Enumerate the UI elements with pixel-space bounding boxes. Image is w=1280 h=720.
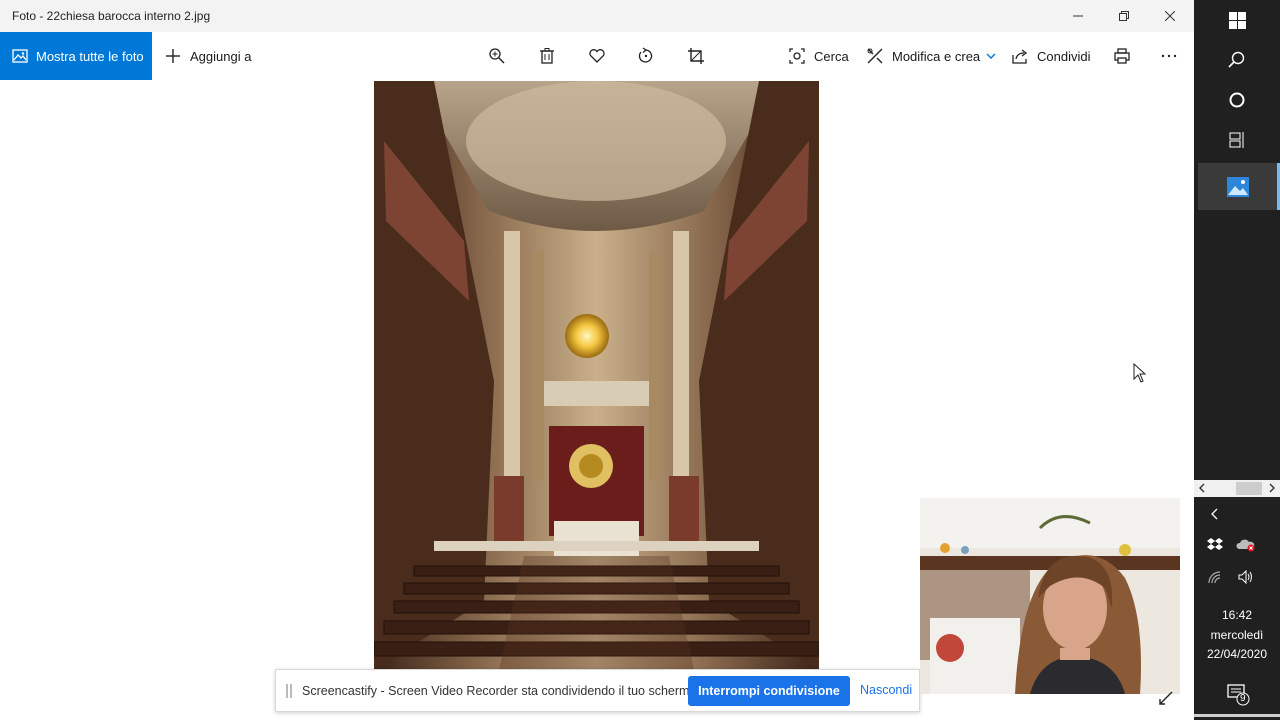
heart-icon bbox=[589, 49, 605, 63]
clock-day[interactable]: mercoledì bbox=[1194, 628, 1280, 642]
search-label: Cerca bbox=[814, 48, 849, 64]
notification-icon bbox=[1227, 684, 1250, 706]
speaker-icon bbox=[1238, 570, 1252, 584]
clock-date[interactable]: 22/04/2020 bbox=[1194, 647, 1280, 661]
scroll-thumb[interactable] bbox=[1236, 482, 1262, 495]
wifi-icon bbox=[1208, 571, 1221, 584]
taskbar-bottom-edge bbox=[1194, 714, 1280, 717]
zoom-icon bbox=[489, 48, 505, 64]
window-title: Foto - 22chiesa barocca interno 2.jpg bbox=[12, 9, 211, 23]
windows-logo-icon bbox=[1228, 11, 1246, 29]
show-all-photos-button[interactable]: Mostra tutte le foto bbox=[0, 32, 152, 80]
close-icon bbox=[1165, 11, 1175, 21]
church-interior-photo[interactable] bbox=[374, 81, 819, 670]
chevron-down-icon bbox=[986, 53, 996, 59]
share-message: Screencastify - Screen Video Recorder st… bbox=[302, 683, 700, 698]
favorite-button[interactable] bbox=[588, 32, 606, 80]
search-button[interactable]: Cerca bbox=[788, 32, 849, 80]
chevron-right-icon[interactable] bbox=[1268, 483, 1276, 493]
chevron-left-icon bbox=[1211, 508, 1218, 520]
dropbox-icon bbox=[1207, 538, 1223, 550]
taskbar-photos-app[interactable] bbox=[1198, 163, 1280, 210]
volume-tray-icon[interactable] bbox=[1236, 567, 1256, 587]
photos-app-window: Foto - 22chiesa barocca interno 2.jpg Mo… bbox=[0, 0, 1194, 720]
plus-icon bbox=[166, 49, 180, 63]
crop-button[interactable] bbox=[687, 32, 705, 80]
title-bar: Foto - 22chiesa barocca interno 2.jpg bbox=[0, 0, 1194, 32]
more-button[interactable] bbox=[1160, 32, 1178, 80]
edit-icon bbox=[867, 48, 883, 64]
network-tray-icon[interactable] bbox=[1205, 567, 1225, 587]
minimize-button[interactable] bbox=[1055, 0, 1101, 32]
task-view-icon bbox=[1229, 132, 1244, 148]
add-to-button[interactable]: Aggiungi a bbox=[164, 32, 251, 80]
notification-count: 9 bbox=[1240, 693, 1246, 704]
rotate-icon bbox=[638, 47, 653, 63]
restore-icon bbox=[1119, 11, 1129, 21]
rotate-button[interactable] bbox=[637, 32, 655, 80]
tray-scrollbar[interactable] bbox=[1194, 480, 1280, 497]
dropbox-tray-icon[interactable] bbox=[1205, 535, 1225, 555]
crop-icon bbox=[688, 48, 704, 64]
onedrive-tray-icon[interactable] bbox=[1236, 535, 1256, 555]
chevron-left-icon[interactable] bbox=[1198, 483, 1206, 493]
expand-icon[interactable] bbox=[1158, 690, 1174, 706]
action-center-button[interactable]: 9 bbox=[1226, 682, 1250, 706]
show-all-photos-label: Mostra tutte le foto bbox=[36, 48, 144, 64]
drag-handle[interactable] bbox=[286, 683, 292, 698]
mouse-cursor-icon bbox=[1133, 363, 1147, 383]
more-icon bbox=[1161, 54, 1177, 58]
print-icon bbox=[1114, 48, 1130, 64]
photos-app-icon bbox=[1226, 176, 1249, 197]
search-icon bbox=[1228, 51, 1245, 68]
stop-sharing-button[interactable]: Interrompi condivisione bbox=[688, 676, 850, 706]
cortana-button[interactable] bbox=[1194, 88, 1280, 112]
visual-search-icon bbox=[789, 48, 805, 64]
share-button[interactable]: Condividi bbox=[1011, 32, 1090, 80]
print-button[interactable] bbox=[1113, 32, 1131, 80]
cortana-circle-icon bbox=[1229, 92, 1245, 108]
delete-icon bbox=[540, 48, 554, 64]
minimize-icon bbox=[1073, 15, 1083, 17]
hide-link[interactable]: Nascondi bbox=[860, 683, 912, 697]
edit-create-label: Modifica e crea bbox=[892, 48, 981, 64]
edit-create-button[interactable]: Modifica e crea bbox=[866, 32, 996, 80]
restore-button[interactable] bbox=[1101, 0, 1147, 32]
screen-share-banner: Screencastify - Screen Video Recorder st… bbox=[275, 669, 920, 712]
show-hidden-icons-button[interactable] bbox=[1205, 504, 1225, 524]
clock-time[interactable]: 16:42 bbox=[1194, 608, 1280, 622]
task-view-button[interactable] bbox=[1194, 128, 1280, 152]
cloud-error-icon bbox=[1236, 539, 1255, 552]
taskbar-search-button[interactable] bbox=[1194, 48, 1280, 72]
add-to-label: Aggiungi a bbox=[190, 48, 252, 64]
share-label: Condividi bbox=[1037, 48, 1091, 64]
zoom-button[interactable] bbox=[488, 32, 506, 80]
command-bar: Mostra tutte le foto Aggiungi a Cerca Mo… bbox=[0, 32, 1194, 80]
start-button[interactable] bbox=[1194, 8, 1280, 32]
delete-button[interactable] bbox=[538, 32, 556, 80]
close-button[interactable] bbox=[1147, 0, 1193, 32]
webcam-overlay[interactable] bbox=[920, 498, 1180, 694]
image-icon bbox=[12, 49, 28, 63]
share-icon bbox=[1012, 49, 1028, 64]
